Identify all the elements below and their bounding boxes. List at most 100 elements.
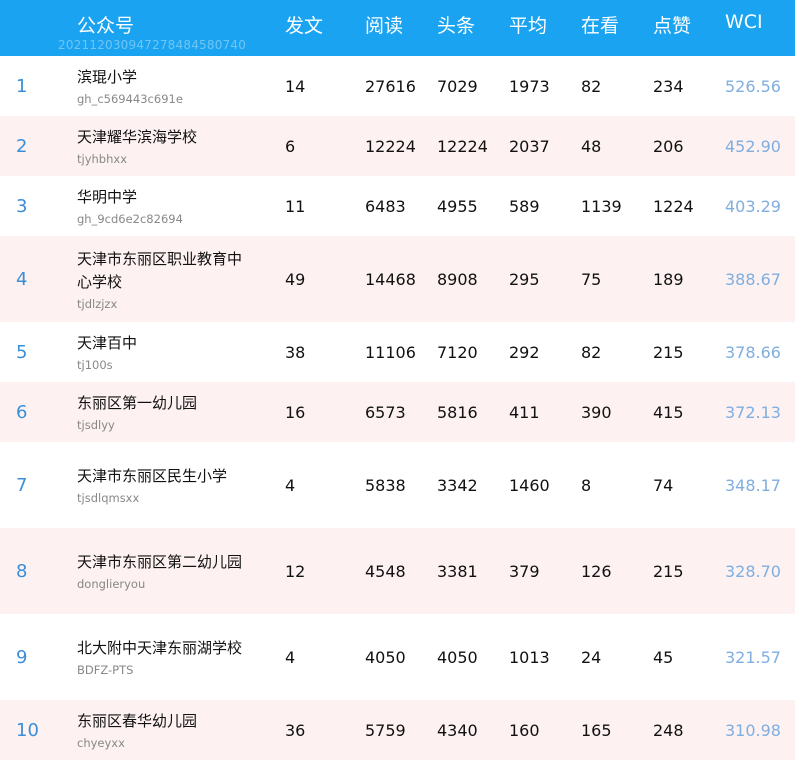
posts-value: 16	[285, 402, 306, 422]
account-cell: 东丽区春华幼儿园 chyeyxx	[77, 710, 252, 750]
reads-value: 11106	[365, 342, 416, 362]
account-name: 东丽区春华幼儿园	[77, 712, 198, 730]
table-row[interactable]: 9 北大附中天津东丽湖学校 BDFZ-PTS 4 4050 4050 1013 24 45 321…	[0, 614, 795, 700]
rank-number: 4	[16, 268, 28, 290]
table-row[interactable]: 4 天津市东丽区职业教育中心学校 tjdlzjzx 49 14468 8908 295 75 1…	[0, 236, 795, 322]
header-wci: WCI	[725, 11, 763, 33]
headline-value: 7120	[437, 342, 478, 362]
posts-value: 6	[285, 136, 296, 156]
likes-value: 206	[653, 136, 684, 156]
reads-value: 4548	[365, 561, 406, 581]
table-row[interactable]: 10 东丽区春华幼儿园 chyeyxx 36 5759 4340 160 165 248 310.…	[0, 700, 795, 760]
wci-value: 388.67	[725, 269, 781, 289]
reads-value: 4050	[365, 647, 406, 667]
rank-number: 5	[16, 341, 28, 363]
table-row[interactable]: 5 天津百中 tj100s 38 11106 7120 292 82 215 378.66	[0, 322, 795, 382]
header-account: 公众号	[77, 15, 135, 37]
likes-value: 74	[653, 475, 674, 495]
looking-value: 82	[581, 342, 602, 362]
average-value: 1013	[509, 647, 550, 667]
wci-value: 372.13	[725, 402, 781, 422]
wci-value: 403.29	[725, 196, 781, 216]
account-cell: 天津耀华滨海学校 tjyhbhxx	[77, 126, 252, 166]
account-cell: 天津市东丽区第二幼儿园 donglieryou	[77, 551, 252, 591]
rank-number: 10	[16, 719, 39, 741]
posts-value: 11	[285, 196, 306, 216]
likes-value: 189	[653, 269, 684, 289]
likes-value: 1224	[653, 196, 694, 216]
average-value: 1460	[509, 475, 550, 495]
account-cell: 滨琨小学 gh_c569443c691e	[77, 66, 252, 106]
wci-value: 328.70	[725, 561, 781, 581]
looking-value: 82	[581, 76, 602, 96]
posts-value: 38	[285, 342, 306, 362]
posts-value: 12	[285, 561, 306, 581]
table-row[interactable]: 8 天津市东丽区第二幼儿园 donglieryou 12 4548 3381 379 126 2…	[0, 528, 795, 614]
posts-value: 36	[285, 720, 306, 740]
table-row[interactable]: 7 天津市东丽区民生小学 tjsdlqmsxx 4 5838 3342 1460 8 74 348…	[0, 442, 795, 528]
reads-value: 14468	[365, 269, 416, 289]
average-value: 295	[509, 269, 540, 289]
ranking-table: 公众号 2021120309472784845807​40 发文 阅读 头条 平…	[0, 0, 795, 760]
account-id: donglieryou	[77, 577, 146, 591]
reads-value: 5838	[365, 475, 406, 495]
rank-number: 1	[16, 75, 28, 97]
average-value: 589	[509, 196, 540, 216]
looking-value: 165	[581, 720, 612, 740]
account-name: 华明中学	[77, 188, 138, 206]
posts-value: 4	[285, 475, 296, 495]
average-value: 1973	[509, 76, 550, 96]
table-header: 公众号 2021120309472784845807​40 发文 阅读 头条 平…	[0, 0, 795, 56]
table-row[interactable]: 3 华明中学 gh_9cd6e2c82694 11 6483 4955 589 1139 122…	[0, 176, 795, 236]
looking-value: 390	[581, 402, 612, 422]
account-id: chyeyxx	[77, 736, 125, 750]
account-name: 北大附中天津东丽湖学校	[77, 639, 243, 657]
account-id: BDFZ-PTS	[77, 663, 134, 677]
account-id: tjsdlqmsxx	[77, 491, 140, 505]
account-id: tjyhbhxx	[77, 152, 127, 166]
average-value: 411	[509, 402, 540, 422]
wci-value: 452.90	[725, 136, 781, 156]
average-value: 160	[509, 720, 540, 740]
account-name: 天津市东丽区民生小学	[77, 467, 228, 485]
header-account-sub: 2021120309472784845807​40	[58, 38, 247, 52]
headline-value: 5816	[437, 402, 478, 422]
account-id: gh_c569443c691e	[77, 92, 183, 106]
reads-value: 27616	[365, 76, 416, 96]
rank-number: 9	[16, 646, 28, 668]
headline-value: 4955	[437, 196, 478, 216]
account-cell: 天津百中 tj100s	[77, 332, 252, 372]
table-row[interactable]: 2 天津耀华滨海学校 tjyhbhxx 6 12224 12224 2037 48 206 452…	[0, 116, 795, 176]
looking-value: 126	[581, 561, 612, 581]
likes-value: 248	[653, 720, 684, 740]
wci-value: 348.17	[725, 475, 781, 495]
header-headline: 头条	[437, 15, 476, 37]
wci-value: 310.98	[725, 720, 781, 740]
header-looking: 在看	[581, 15, 620, 37]
looking-value: 8	[581, 475, 592, 495]
looking-value: 48	[581, 136, 602, 156]
wci-value: 378.66	[725, 342, 781, 362]
account-id: gh_9cd6e2c82694	[77, 212, 183, 226]
account-name: 天津耀华滨海学校	[77, 128, 198, 146]
account-name: 天津市东丽区职业教育中心学校	[77, 249, 243, 291]
header-reads: 阅读	[365, 15, 404, 37]
table-row[interactable]: 6 东丽区第一幼儿园 tjsdlyy 16 6573 5816 411 390 415 372.1…	[0, 382, 795, 442]
rank-number: 3	[16, 195, 28, 217]
header-posts: 发文	[285, 15, 324, 37]
account-name: 天津市东丽区第二幼儿园	[77, 553, 243, 571]
rank-number: 2	[16, 135, 28, 157]
reads-value: 5759	[365, 720, 406, 740]
headline-value: 12224	[437, 136, 488, 156]
account-name: 滨琨小学	[77, 68, 138, 86]
headline-value: 3381	[437, 561, 478, 581]
table-row[interactable]: 1 滨琨小学 gh_c569443c691e 14 27616 7029 1973 82 234…	[0, 56, 795, 116]
posts-value: 49	[285, 269, 306, 289]
account-cell: 华明中学 gh_9cd6e2c82694	[77, 186, 252, 226]
likes-value: 215	[653, 561, 684, 581]
rank-number: 6	[16, 401, 28, 423]
likes-value: 234	[653, 76, 684, 96]
account-cell: 天津市东丽区职业教育中心学校 tjdlzjzx	[77, 248, 252, 311]
account-id: tjsdlyy	[77, 418, 115, 432]
likes-value: 45	[653, 647, 674, 667]
